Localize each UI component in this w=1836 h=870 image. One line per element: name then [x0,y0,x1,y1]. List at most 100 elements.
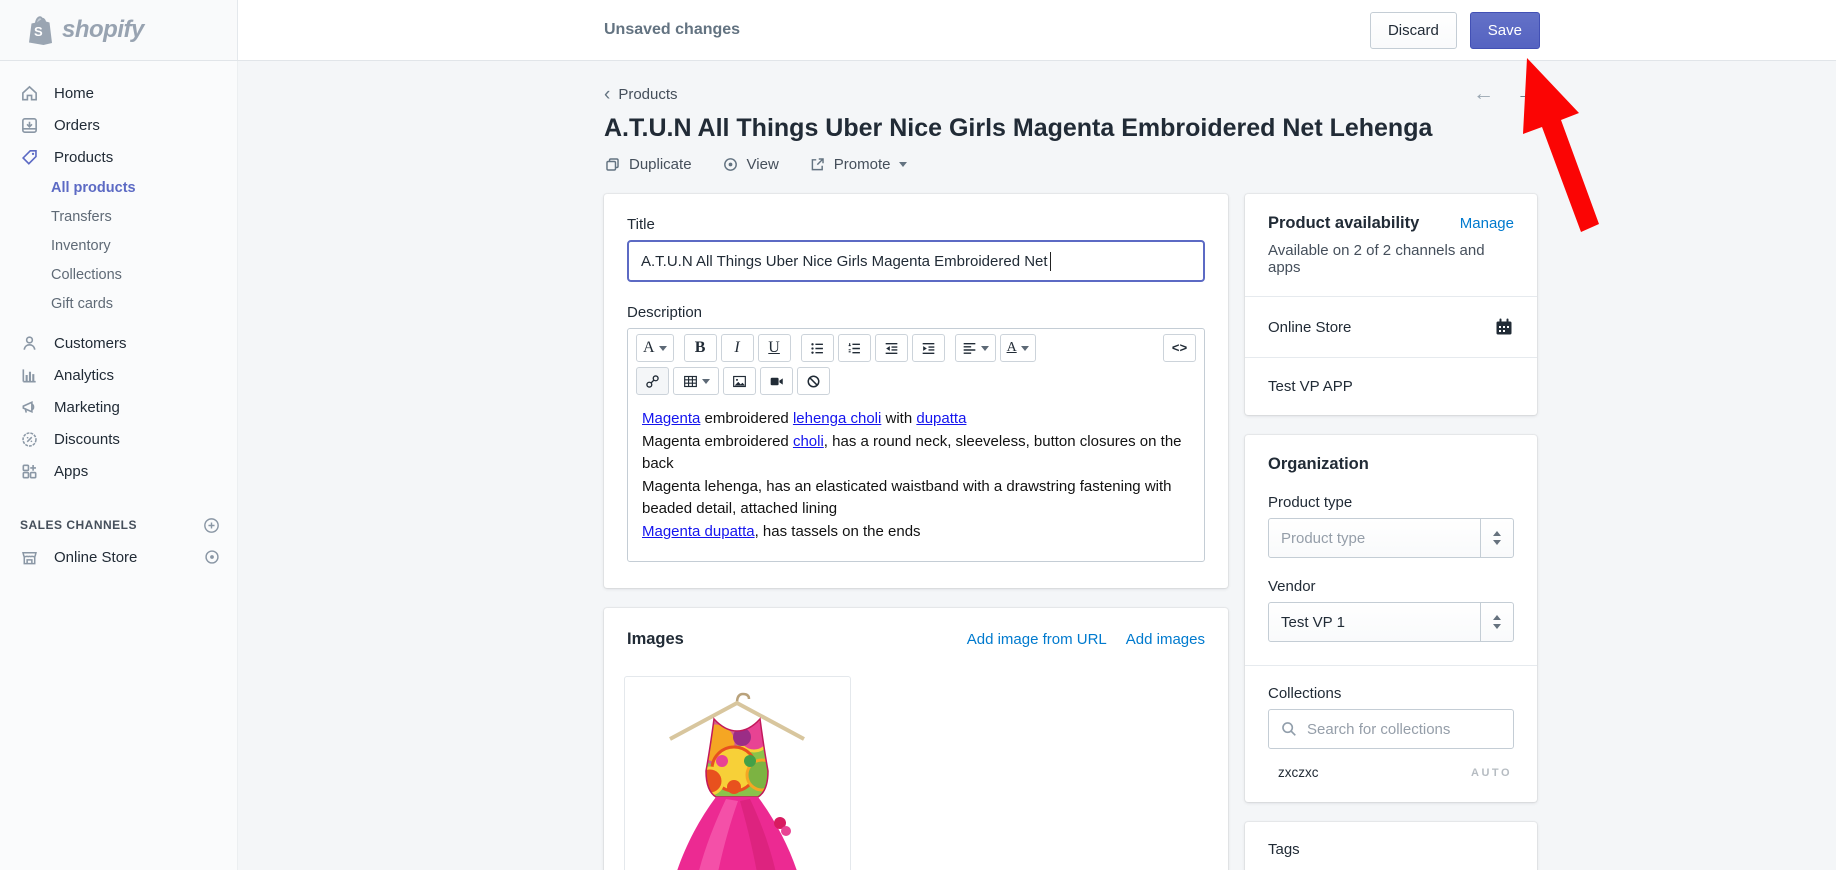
stepper-icon [1480,519,1513,557]
breadcrumb[interactable]: ‹ Products [604,85,678,104]
manage-availability-link[interactable]: Manage [1460,215,1514,232]
promote-button[interactable]: Promote [809,156,907,173]
apps-icon [22,464,37,478]
insert-link-button[interactable] [636,367,669,395]
images-title: Images [627,630,684,648]
organization-title: Organization [1268,455,1369,473]
collection-list-item[interactable]: zxczxc AUTO [1268,765,1514,782]
next-product-arrow[interactable]: → [1516,82,1537,106]
sidebar-subitem-transfers[interactable]: Transfers [0,202,237,231]
view-button[interactable]: View [722,156,779,173]
sidebar-item-home[interactable]: Home [0,77,237,109]
marketing-icon [22,400,35,413]
description-link[interactable]: choli [793,433,824,450]
numbered-list-button[interactable] [837,334,871,362]
product-image-thumbnail[interactable] [624,676,851,870]
product-type-select[interactable]: Product type [1268,518,1514,558]
previous-product-arrow[interactable]: ← [1473,82,1494,106]
view-channel-eye-icon[interactable] [203,548,221,566]
description-text: Magenta lehenga, has an elasticated wais… [642,477,1172,518]
outdent-button[interactable] [874,334,908,362]
italic-button[interactable]: I [720,334,754,362]
sidebar-subitem-all-products[interactable]: All products [0,173,237,202]
html-code-view-button[interactable]: <> [1163,334,1196,362]
sidebar-subitem-gift-cards[interactable]: Gift cards [0,289,237,318]
sidebar-item-products[interactable]: Products [0,141,237,173]
add-images-link[interactable]: Add images [1126,631,1205,648]
analytics-icon [22,368,36,382]
svg-text:S: S [34,24,43,39]
description-link[interactable]: lehenga choli [793,410,881,427]
outdent-icon [885,342,897,354]
shopify-wordmark: shopify [62,16,144,43]
description-link[interactable]: dupatta [916,410,966,427]
sidebar-item-customers[interactable]: Customers [0,327,237,359]
description-link[interactable]: Magenta [642,410,700,427]
description-line: Magenta dupatta, has tassels on the ends [642,521,1190,544]
indent-button[interactable] [911,334,945,362]
shopify-bag-icon: S [29,16,52,45]
auto-badge: AUTO [1471,766,1512,779]
promote-label: Promote [833,156,891,173]
alignment-dropdown-button[interactable] [954,334,996,362]
bold-button[interactable]: B [683,334,717,362]
collections-search-input[interactable] [1268,709,1514,749]
schedule-calendar-icon[interactable] [1494,317,1514,337]
add-image-from-url-link[interactable]: Add image from URL [967,631,1107,648]
description-text: , has tassels on the ends [754,522,921,540]
indent-icon [922,342,934,354]
insert-video-button[interactable] [760,367,793,395]
sidebar-item-label: Products [54,148,114,166]
description-content[interactable]: Magenta embroidered lehenga choli with d… [628,395,1204,561]
shopify-logo[interactable]: S shopify [0,0,238,60]
format-dropdown-button[interactable]: A [636,334,674,362]
sidebar-subitem-inventory[interactable]: Inventory [0,231,237,260]
insert-image-button[interactable] [723,367,756,395]
sidebar-item-discounts[interactable]: Discounts [0,423,237,455]
sidebar-item-label: Home [54,84,95,102]
save-button[interactable]: Save [1469,11,1540,49]
discard-button[interactable]: Discard [1369,11,1457,49]
sidebar-item-label: Orders [54,116,100,134]
images-card: Images Add image from URL Add images [604,608,1228,870]
vendor-label: Vendor [1268,578,1316,595]
add-channel-icon[interactable] [202,516,221,535]
main-area: ‹ Products ← → A.T.U.N All Things Uber N… [238,61,1836,870]
bulleted-list-button[interactable] [800,334,834,362]
sidebar-subitem-collections[interactable]: Collections [0,260,237,289]
sidebar-item-orders[interactable]: Orders [0,109,237,141]
text-color-dropdown-button[interactable]: A [999,334,1036,362]
sidebar-item-analytics[interactable]: Analytics [0,359,237,391]
tags-card: Tags View all tags [1245,822,1537,870]
underline-button[interactable]: U [757,334,791,362]
topbar-actions: Discard Save [1369,11,1540,49]
bulleted-list-icon [810,342,823,354]
rich-text-editor: A B I U A <> Magenta embroidered lehenga… [627,328,1205,562]
unsaved-changes-status: Unsaved changes [604,21,741,38]
availability-subtitle: Available on 2 of 2 channels and apps [1268,242,1485,276]
sidebar-item-marketing[interactable]: Marketing [0,391,237,423]
sidebar-item-label: Apps [54,462,89,480]
back-chevron-icon: ‹ [604,83,611,105]
breadcrumb-label: Products [618,85,678,103]
title-input[interactable]: A.T.U.N All Things Uber Nice Girls Magen… [627,240,1205,282]
color-letter: A [1006,340,1017,355]
sidebar-nav: Home Orders Products All products Transf… [0,61,238,870]
vendor-value: Test VP 1 [1281,613,1345,631]
sidebar-item-apps[interactable]: Apps [0,455,237,487]
sidebar-item-online-store[interactable]: Online Store [0,540,237,574]
vendor-select[interactable]: Test VP 1 [1268,602,1514,642]
product-availability-card: Product availability Manage Available on… [1245,194,1537,415]
duplicate-button[interactable]: Duplicate [604,156,692,173]
promote-external-icon [811,158,824,171]
availability-title: Product availability [1268,214,1420,232]
insert-table-button[interactable] [673,367,719,395]
title-label: Title [627,216,655,233]
promote-caret-icon [898,162,907,167]
lehenga-dress-image [669,692,805,870]
description-link[interactable]: Magenta dupatta [642,523,755,540]
description-label: Description [627,304,703,321]
chevron-down-icon [658,345,667,351]
clear-formatting-icon [807,374,820,388]
clear-formatting-button[interactable] [797,367,830,395]
